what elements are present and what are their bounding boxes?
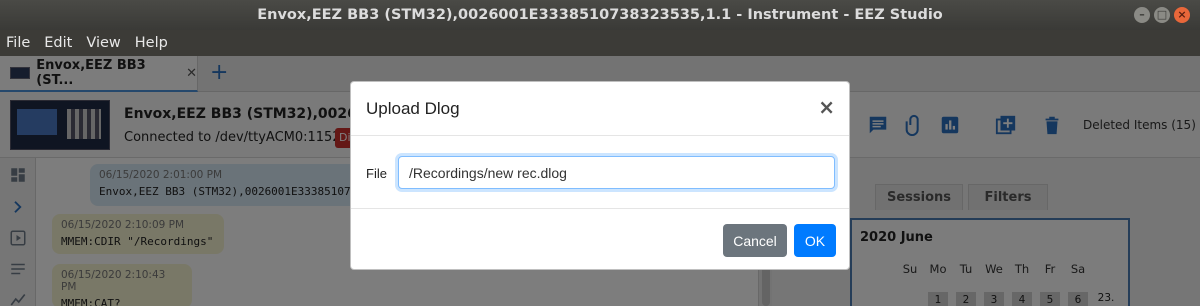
menu-help[interactable]: Help — [135, 35, 168, 51]
close-window-icon[interactable]: × — [1174, 7, 1190, 23]
upload-dlog-dialog: Upload Dlog × File Cancel OK — [350, 81, 850, 270]
maximize-icon[interactable]: □ — [1154, 7, 1170, 23]
minimize-icon[interactable]: – — [1134, 7, 1150, 23]
menu-file[interactable]: File — [6, 35, 30, 51]
dialog-header: Upload Dlog × — [351, 82, 849, 136]
dialog-title: Upload Dlog — [366, 99, 460, 118]
file-path-input[interactable] — [398, 156, 835, 189]
menu-bar: File Edit View Help — [0, 30, 1200, 56]
window-title: Envox,EEZ BB3 (STM32),0026001E3338510738… — [257, 7, 943, 23]
window-title-bar: Envox,EEZ BB3 (STM32),0026001E3338510738… — [0, 0, 1200, 30]
cancel-button[interactable]: Cancel — [723, 224, 787, 257]
dialog-body: File — [351, 137, 849, 209]
window-controls: – □ × — [1134, 7, 1190, 23]
menu-edit[interactable]: Edit — [44, 35, 72, 51]
close-icon[interactable]: × — [818, 96, 835, 118]
menu-view[interactable]: View — [86, 35, 120, 51]
file-label: File — [366, 166, 387, 181]
ok-button[interactable]: OK — [794, 224, 836, 257]
